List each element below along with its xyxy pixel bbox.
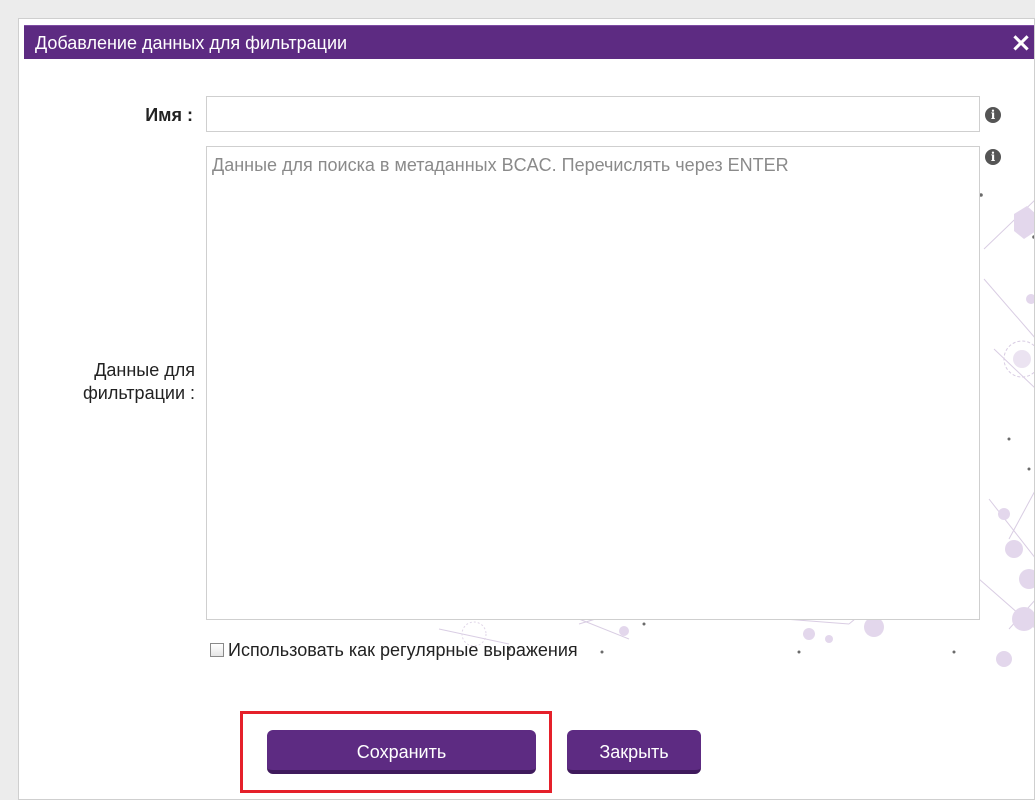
dialog-title: Добавление данных для фильтрации [35, 33, 348, 53]
close-icon[interactable]: × [1008, 29, 1034, 57]
filter-data-dialog: Добавление данных для фильтрации × Имя :… [18, 18, 1035, 800]
regex-checkbox-row[interactable]: Использовать как регулярные выражения [210, 639, 578, 661]
dialog-titlebar: Добавление данных для фильтрации × [24, 25, 1034, 59]
name-input[interactable] [206, 96, 980, 132]
regex-checkbox-label[interactable]: Использовать как регулярные выражения [228, 640, 578, 661]
name-info-icon[interactable]: i [985, 107, 1001, 123]
name-label: Имя : [145, 105, 193, 125]
save-button[interactable]: Сохранить [267, 730, 536, 774]
filter-data-info-icon[interactable]: i [985, 149, 1001, 165]
regex-checkbox[interactable] [210, 643, 224, 657]
filter-data-textarea[interactable] [206, 146, 980, 620]
filter-data-label: Данные для фильтрации : [82, 360, 195, 403]
close-button[interactable]: Закрыть [567, 730, 701, 774]
